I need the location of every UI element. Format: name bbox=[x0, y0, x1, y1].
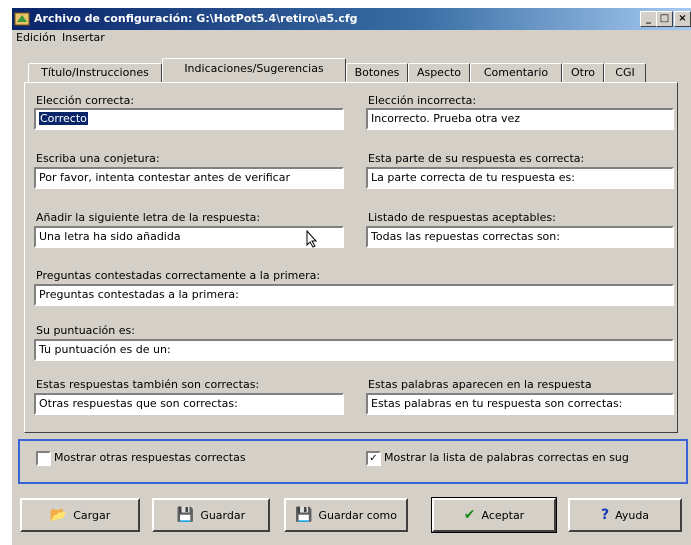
minimize-button[interactable]: _ bbox=[640, 11, 657, 27]
maximize-button[interactable]: □ bbox=[656, 11, 673, 27]
tab-indicaciones-sugerencias[interactable]: Indicaciones/Sugerencias bbox=[162, 58, 346, 82]
guess-label: Escriba una conjetura: bbox=[36, 152, 160, 165]
load-button-label: Cargar bbox=[73, 508, 111, 522]
guess-field[interactable]: Por favor, intenta contestar antes de ve… bbox=[34, 167, 344, 189]
title-bar: Archivo de configuración: G:\HotPot5.4\r… bbox=[12, 8, 691, 30]
close-button[interactable]: × bbox=[674, 11, 691, 27]
tab-strip: Título/Instrucciones Indicaciones/Sugere… bbox=[22, 58, 682, 84]
incorrect-label: Elección incorrecta: bbox=[368, 94, 477, 107]
add-letter-label: Añadir la siguiente letra de la respuest… bbox=[36, 211, 261, 224]
tab-aspecto[interactable]: Aspecto bbox=[408, 63, 470, 83]
save-button[interactable]: 💾 Guardar bbox=[152, 498, 270, 532]
save-button-label: Guardar bbox=[200, 508, 246, 522]
save-as-button[interactable]: 💾 Guardar como bbox=[284, 498, 408, 532]
partial-field[interactable]: La parte correcta de tu respuesta es: bbox=[366, 167, 674, 189]
load-button[interactable]: 📂 Cargar bbox=[20, 498, 140, 532]
partial-label: Esta parte de su respuesta es correcta: bbox=[368, 152, 585, 165]
options-group: Mostrar otras respuestas correctas ✓ Mos… bbox=[18, 439, 688, 484]
show-other-answers-label[interactable]: Mostrar otras respuestas correctas bbox=[54, 451, 246, 464]
i-beam-cursor-icon bbox=[306, 230, 318, 248]
tab-botones[interactable]: Botones bbox=[346, 63, 408, 83]
accept-button-label: Aceptar bbox=[481, 508, 525, 522]
folder-icon: 📂 bbox=[49, 507, 68, 523]
first-try-label: Preguntas contestadas correctamente a la… bbox=[36, 269, 321, 282]
app-icon bbox=[14, 12, 30, 26]
menu-edicion[interactable]: Edición bbox=[16, 31, 56, 44]
help-button-label: Ayuda bbox=[615, 508, 650, 522]
add-letter-field[interactable]: Una letra ha sido añadida bbox=[34, 226, 344, 248]
also-correct-label: Estas respuestas también son correctas: bbox=[36, 378, 260, 391]
tab-comentario[interactable]: Comentario bbox=[470, 63, 562, 83]
save-as-button-label: Guardar como bbox=[318, 508, 397, 522]
floppy-disk-icon: 💾 bbox=[176, 507, 195, 523]
config-window: Archivo de configuración: G:\HotPot5.4\r… bbox=[12, 8, 691, 545]
accept-button[interactable]: ✔ Aceptar bbox=[431, 497, 557, 533]
incorrect-field[interactable]: Incorrecto. Prueba otra vez bbox=[366, 108, 674, 130]
help-question-icon: ? bbox=[600, 507, 610, 523]
show-word-list-label[interactable]: Mostrar la lista de palabras correctas e… bbox=[384, 451, 629, 464]
correct-value: Correcto bbox=[39, 112, 88, 125]
correct-label: Elección correcta: bbox=[36, 94, 135, 107]
show-other-answers-checkbox[interactable] bbox=[36, 451, 51, 466]
help-button[interactable]: ? Ayuda bbox=[568, 498, 682, 532]
menu-insertar[interactable]: Insertar bbox=[62, 31, 105, 44]
words-appear-label: Estas palabras aparecen en la respuesta bbox=[368, 378, 592, 391]
checkmark-icon: ✔ bbox=[463, 507, 476, 523]
accepted-list-label: Listado de respuestas aceptables: bbox=[368, 211, 556, 224]
also-correct-field[interactable]: Otras respuestas que son correctas: bbox=[34, 393, 344, 415]
correct-field[interactable]: Correcto bbox=[34, 108, 344, 130]
floppy-disk-icon: 💾 bbox=[295, 507, 313, 523]
first-try-field[interactable]: Preguntas contestadas a la primera: bbox=[34, 284, 674, 306]
show-word-list-checkbox[interactable]: ✓ bbox=[366, 451, 381, 466]
words-appear-field[interactable]: Estas palabras en tu respuesta son corre… bbox=[366, 393, 674, 415]
score-field[interactable]: Tu puntuación es de un: bbox=[34, 339, 674, 361]
window-title: Archivo de configuración: G:\HotPot5.4\r… bbox=[34, 12, 358, 25]
tab-otro[interactable]: Otro bbox=[562, 63, 604, 83]
score-label: Su puntuación es: bbox=[36, 324, 135, 337]
menu-bar: Edición Insertar bbox=[12, 30, 691, 46]
accepted-list-field[interactable]: Todas las repuestas correctas son: bbox=[366, 226, 674, 248]
tab-cgi[interactable]: CGI bbox=[604, 63, 646, 83]
tab-titulo-instrucciones[interactable]: Título/Instrucciones bbox=[28, 63, 162, 83]
